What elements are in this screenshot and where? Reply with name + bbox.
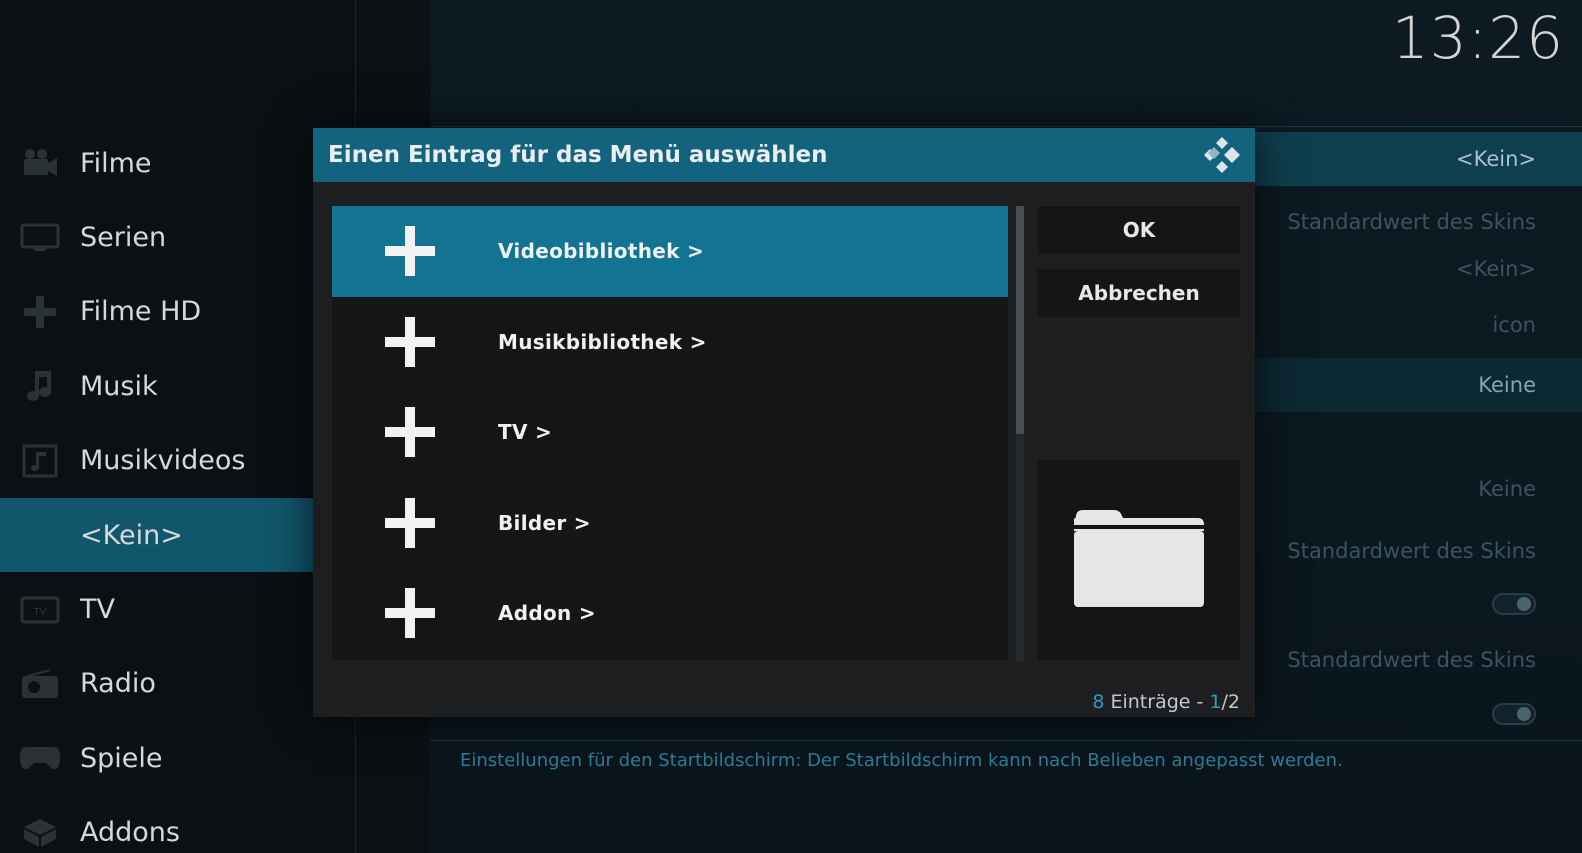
sidebar-item-label: Radio: [80, 668, 156, 700]
settings-description: Einstellungen für den Startbildschirm: D…: [460, 750, 1343, 771]
sidebar-item-label: Serien: [80, 222, 167, 254]
settings-row-value: Standardwert des Skins: [1287, 210, 1536, 234]
plus-icon: [332, 226, 488, 277]
tv-icon: TV: [0, 594, 80, 626]
sidebar-item-kein[interactable]: <Kein>: [0, 497, 355, 573]
sidebar-item-label: Musik: [80, 370, 158, 402]
sidebar-item-tv[interactable]: TV TV: [0, 572, 355, 646]
sidebar-item-musik[interactable]: Musik: [0, 349, 355, 423]
menu-item-list: Videobibliothek > Musikbibliothek > TV >…: [332, 206, 1008, 660]
select-menu-item-dialog: Einen Eintrag für das Menü auswählen Vid…: [313, 128, 1255, 717]
scrollbar-thumb[interactable]: [1016, 206, 1024, 434]
sidebar-item-serien[interactable]: Serien: [0, 200, 355, 274]
list-item-videobibliothek[interactable]: Videobibliothek >: [332, 206, 1008, 297]
sidebar-item-label: Spiele: [80, 742, 163, 774]
sidebar-item-label: Filme: [80, 147, 152, 179]
plus-icon: [332, 497, 488, 548]
list-item-label: Bilder >: [498, 510, 591, 535]
list-item-label: Musikbibliothek >: [498, 329, 707, 354]
settings-toggle[interactable]: [1492, 593, 1536, 615]
item-count-footer: 8 Einträge - 1/2: [1092, 691, 1240, 713]
dialog-title: Einen Eintrag für das Menü auswählen: [328, 142, 828, 168]
sidebar-item-spiele[interactable]: Spiele: [0, 721, 355, 795]
list-item-label: Addon >: [498, 601, 596, 626]
plus-icon: [332, 316, 488, 367]
settings-row-value: Keine: [1478, 373, 1536, 397]
settings-row-value: Standardwert des Skins: [1287, 648, 1536, 672]
tv-monitor-icon: [0, 223, 80, 253]
sidebar-item-label: Filme HD: [80, 296, 202, 328]
item-count: 8: [1092, 691, 1105, 713]
ok-button[interactable]: OK: [1038, 206, 1240, 254]
gamepad-icon: [0, 743, 80, 773]
sidebar-item-addons[interactable]: Addons: [0, 796, 355, 853]
radio-icon: [0, 668, 80, 700]
sidebar-item-filme-hd[interactable]: Filme HD: [0, 275, 355, 349]
page-current: 1: [1209, 691, 1222, 713]
settings-bottom-divider: [430, 740, 1582, 741]
cancel-button[interactable]: Abbrechen: [1038, 269, 1240, 317]
sidebar-item-radio[interactable]: Radio: [0, 647, 355, 721]
music-note-icon: [0, 369, 80, 403]
plus-icon: [332, 407, 488, 458]
sidebar-item-label: Musikvideos: [80, 445, 246, 477]
settings-row-value: icon: [1492, 313, 1536, 337]
item-preview: [1038, 460, 1240, 660]
film-camera-icon: [0, 148, 80, 178]
sidebar-item-label: <Kein>: [80, 519, 183, 551]
sidebar-item-label: Addons: [80, 817, 180, 849]
dialog-header: Einen Eintrag für das Menü auswählen: [313, 128, 1255, 182]
list-item-label: Videobibliothek >: [498, 239, 705, 264]
list-scrollbar[interactable]: [1016, 206, 1024, 662]
page-total: /2: [1221, 691, 1241, 713]
list-item-musikbibliothek[interactable]: Musikbibliothek >: [332, 297, 1008, 388]
entries-label: Einträge -: [1104, 691, 1210, 713]
folder-icon: [1072, 507, 1206, 613]
plus-icon: [332, 588, 488, 639]
list-item-label: TV >: [498, 420, 553, 445]
plus-icon: [0, 294, 80, 330]
music-video-icon: [0, 444, 80, 478]
list-item-addon[interactable]: Addon >: [332, 568, 1008, 659]
sidebar-menu: Filme Serien Filme HD Musik Musikvideos …: [0, 126, 355, 853]
clock: 13:26: [1391, 4, 1564, 72]
sidebar-item-musikvideos[interactable]: Musikvideos: [0, 424, 355, 498]
kodi-logo-icon: [1203, 136, 1241, 174]
settings-row-value: Keine: [1478, 477, 1536, 501]
sidebar-item-label: TV: [80, 594, 115, 626]
settings-row-value: <Kein>: [1456, 257, 1536, 281]
sidebar-item-filme[interactable]: Filme: [0, 126, 355, 200]
svg-text:TV: TV: [33, 607, 47, 618]
list-item-bilder[interactable]: Bilder >: [332, 478, 1008, 569]
list-item-tv[interactable]: TV >: [332, 387, 1008, 478]
settings-row-value: Standardwert des Skins: [1287, 539, 1536, 563]
settings-toggle[interactable]: [1492, 703, 1536, 725]
addons-box-icon: [0, 817, 80, 849]
settings-row-value: <Kein>: [1456, 147, 1536, 171]
settings-top-divider: [430, 126, 1582, 127]
